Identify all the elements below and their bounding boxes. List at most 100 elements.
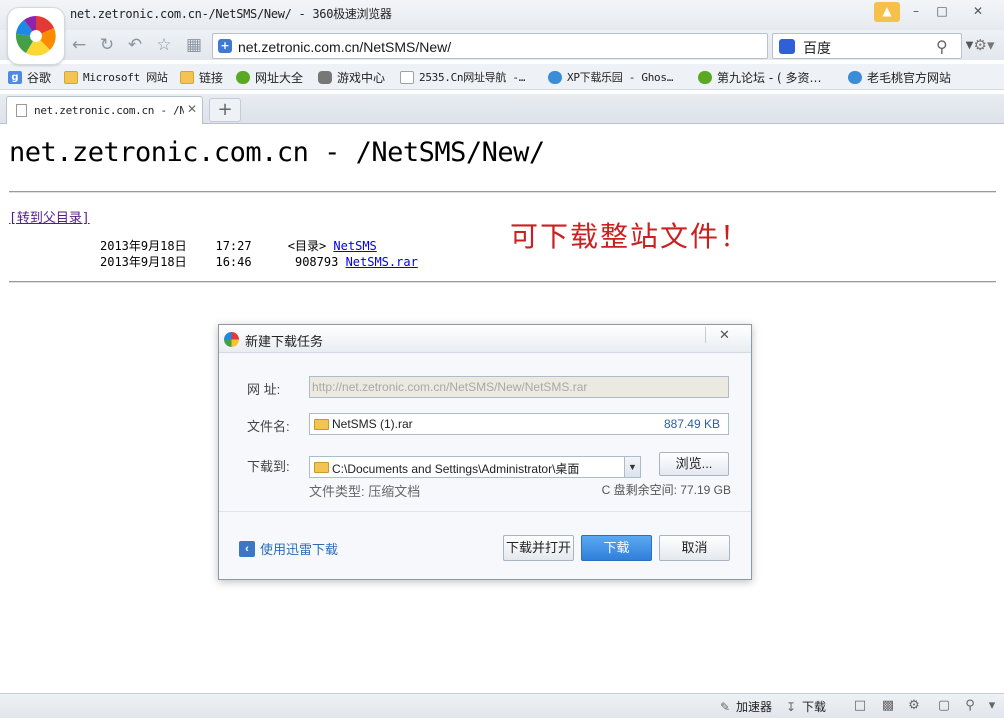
minimize-button[interactable]: – <box>904 2 928 20</box>
file-link[interactable]: NetSMS.rar <box>346 255 418 269</box>
back-icon[interactable]: ← <box>68 34 90 56</box>
tab-strip: net.zetronic.com.cn - /NetSMS/New/ ✕ + <box>0 94 1004 124</box>
bookmark-item[interactable]: 2535.Cn网址导航 -… <box>400 69 525 85</box>
windows-icon <box>548 70 562 84</box>
address-bar[interactable]: + net.zetronic.com.cn/NetSMS/New/ ▦ ⚡ ☆ … <box>212 33 973 59</box>
baidu-paw-icon <box>779 39 795 54</box>
list-item: 2013年9月18日 17:27 <目录> NetSMS <box>100 237 377 254</box>
search-box[interactable]: 百度 ⚲ <box>772 33 962 59</box>
filename-label: 文件名: <box>247 419 290 434</box>
file-time: 16:46 <box>215 255 252 269</box>
close-icon[interactable]: ✕ <box>719 327 730 343</box>
wrench-menu-icon[interactable]: ⚙▾ <box>970 34 998 56</box>
download-button[interactable]: 下载 <box>581 535 652 561</box>
search-icon[interactable]: ⚲ <box>936 37 948 56</box>
downloads-label: 下载 <box>802 700 827 714</box>
use-xunlei-link[interactable]: ‹ 使用迅雷下载 <box>239 539 338 558</box>
browser-logo-icon <box>224 332 239 347</box>
favorite-star-icon[interactable]: ☆ <box>153 34 175 56</box>
file-type-label: 文件类型: 压缩文档 <box>309 484 421 499</box>
bookmark-label: 谷歌 <box>27 71 52 85</box>
search-engine-label[interactable]: 百度 <box>803 38 831 58</box>
window-title: net.zetronic.com.cn-/NetSMS/New/ - 360极速… <box>70 7 392 21</box>
tab-active[interactable]: net.zetronic.com.cn - /NetSMS/New/ ✕ <box>6 96 203 124</box>
green-globe-icon <box>236 71 250 84</box>
skin-icon[interactable]: ▲ <box>874 2 900 22</box>
dialog-title: 新建下载任务 <box>245 334 324 349</box>
close-icon[interactable]: ✕ <box>187 102 197 116</box>
window-icon[interactable]: ▢ <box>936 698 952 714</box>
bookmark-item[interactable]: g 谷歌 <box>8 69 51 86</box>
blue-globe-icon <box>848 71 862 84</box>
file-size: <目录> <box>287 239 327 253</box>
close-button[interactable]: ✕ <box>966 2 990 20</box>
undo-close-icon[interactable]: ↶ <box>124 34 146 56</box>
bookmark-item[interactable]: 链接 <box>180 69 223 86</box>
xunlei-icon: ‹ <box>239 540 255 557</box>
disk-free-label: C 盘剩余空间: 77.19 GB <box>601 483 731 497</box>
divider <box>9 281 996 283</box>
chevron-down-icon[interactable]: ▾ <box>984 698 1000 714</box>
parent-directory-link[interactable]: [转到父目录] <box>9 207 90 226</box>
trash-icon[interactable]: ▩ <box>880 698 896 714</box>
address-text[interactable]: net.zetronic.com.cn/NetSMS/New/ <box>238 39 451 55</box>
download-dialog: 新建下载任务 ✕ 网 址: http://net.zetronic.com.cn… <box>218 324 752 580</box>
bookmark-label: 2535.Cn网址导航 -… <box>419 71 526 84</box>
leaf-icon <box>698 71 712 84</box>
maximize-button[interactable]: □ <box>930 2 954 20</box>
filename-field[interactable]: NetSMS (1).rar 887.49 KB <box>309 413 729 435</box>
gear-icon[interactable]: ⚙ <box>906 698 922 714</box>
divider <box>219 511 751 512</box>
download-icon: ↧ <box>785 699 797 714</box>
bookmark-label: 第九论坛 - ( 多资… <box>717 71 822 85</box>
downloads-button[interactable]: ↧ 下载 <box>784 698 826 715</box>
bookmark-item[interactable]: 第九论坛 - ( 多资… <box>698 69 821 86</box>
apps-grid-icon[interactable]: ▦ <box>183 34 205 56</box>
filename-value: NetSMS (1).rar <box>332 417 413 431</box>
divider <box>9 191 996 193</box>
navigation-toolbar: ← ↻ ↶ ☆ ▦ + net.zetronic.com.cn/NetSMS/N… <box>0 30 1004 60</box>
pinwheel-icon <box>15 16 56 56</box>
accelerator-button[interactable]: ✎ 加速器 <box>718 698 772 715</box>
save-path-select[interactable]: C:\Documents and Settings\Administrator\… <box>309 456 641 478</box>
file-date: 2013年9月18日 <box>100 239 187 253</box>
xunlei-label: 使用迅雷下载 <box>260 542 339 557</box>
new-tab-button[interactable]: + <box>209 98 241 122</box>
file-link[interactable]: NetSMS <box>333 239 376 253</box>
file-time: 17:27 <box>215 239 252 253</box>
status-bar: ✎ 加速器 ↧ 下载 □ ▩ ⚙ ▢ ⚲ ▾ <box>0 693 1004 718</box>
dialog-title-bar: 新建下载任务 ✕ <box>219 325 751 353</box>
download-and-open-button[interactable]: 下载并打开 <box>503 535 574 561</box>
browser-logo-icon[interactable] <box>7 7 65 65</box>
bookmark-item[interactable]: Microsoft 网站 <box>64 69 168 85</box>
zoom-icon[interactable]: ⚲ <box>962 698 978 714</box>
bookmark-label: 老毛桃官方网站 <box>867 71 952 85</box>
bookmark-item[interactable]: 网址大全 <box>236 69 303 86</box>
cancel-button[interactable]: 取消 <box>659 535 730 561</box>
bookmark-item[interactable]: 游戏中心 <box>318 69 385 86</box>
folder-icon <box>64 70 78 84</box>
refresh-icon[interactable]: ↻ <box>96 34 118 56</box>
title-bar: net.zetronic.com.cn-/NetSMS/New/ - 360极速… <box>0 0 1004 30</box>
screenshot-icon[interactable]: □ <box>852 698 868 714</box>
page-icon <box>400 70 414 84</box>
bookmark-label: Microsoft 网站 <box>83 71 168 84</box>
page-icon <box>16 104 27 117</box>
gamepad-icon <box>318 71 332 84</box>
bookmark-item[interactable]: XP下载乐园 - Ghos… <box>548 69 673 85</box>
bookmark-label: 链接 <box>199 71 224 85</box>
bookmark-item[interactable]: 老毛桃官方网站 <box>848 69 951 86</box>
google-icon: g <box>8 71 22 84</box>
folder-icon <box>180 71 194 84</box>
folder-icon <box>314 462 329 473</box>
chevron-down-icon[interactable]: ▼ <box>624 457 640 477</box>
accelerator-icon: ✎ <box>719 699 731 714</box>
save-path-value: C:\Documents and Settings\Administrator\… <box>332 462 580 476</box>
security-shield-icon: + <box>218 39 232 53</box>
bookmark-label: 网址大全 <box>255 71 304 85</box>
bookmarks-bar: g 谷歌 Microsoft 网站 链接 网址大全 游戏中心 2535.Cn网址导… <box>0 64 1004 90</box>
bookmark-label: XP下载乐园 - Ghos… <box>567 71 674 84</box>
browse-button[interactable]: 浏览... <box>659 452 729 476</box>
url-label: 网 址: <box>247 382 281 397</box>
file-size-value: 887.49 KB <box>663 417 720 431</box>
